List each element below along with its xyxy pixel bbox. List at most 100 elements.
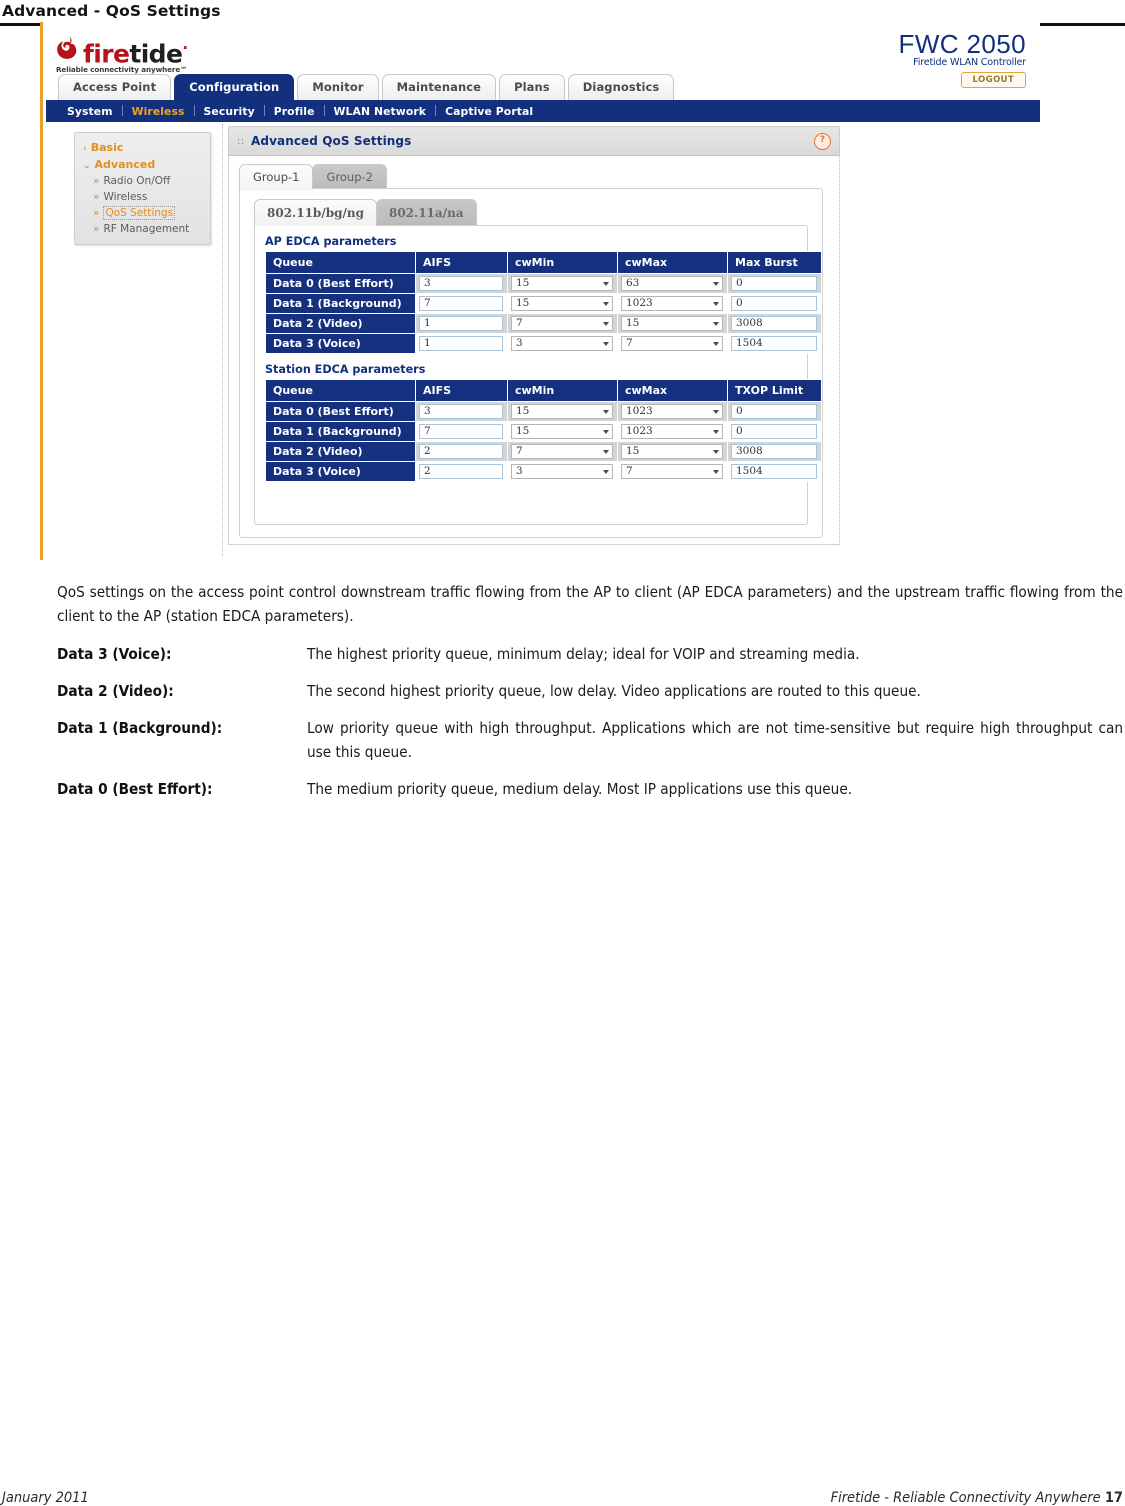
tab-plans[interactable]: Plans <box>499 74 565 100</box>
chevron-down-icon <box>713 282 719 286</box>
subnav-item-wireless[interactable]: Wireless <box>123 101 194 123</box>
subnav-item-captive-portal[interactable]: Captive Portal <box>436 101 542 123</box>
ap-aifs-cell: 7 <box>415 293 508 314</box>
ap-cwmin-cell: 15 <box>507 273 618 294</box>
ap-cwmax-select[interactable]: 7 <box>621 336 723 351</box>
table-row: Data 3 (Voice) 1 3 7 1504 <box>265 333 822 354</box>
chevron-down-icon <box>603 450 609 454</box>
definition-row-voice: Data 3 (Voice): The highest priority que… <box>57 642 1123 666</box>
ap-maxburst-input[interactable]: 1504 <box>731 336 817 351</box>
subnav-item-security[interactable]: Security <box>195 101 264 123</box>
sta-aifs-input[interactable]: 2 <box>419 444 503 459</box>
chevron-down-icon <box>603 470 609 474</box>
double-chevron-icon: » <box>93 191 100 203</box>
ap-cwmin-select[interactable]: 3 <box>511 336 613 351</box>
ap-cwmax-cell: 15 <box>617 313 728 334</box>
chevron-right-icon: › <box>83 144 87 154</box>
tab-monitor[interactable]: Monitor <box>297 74 379 100</box>
ap-aifs-input[interactable]: 1 <box>419 316 503 331</box>
sidebar-item-wireless[interactable]: » Wireless <box>75 189 210 205</box>
panel-body: Group-1 Group-2 802.11b/bg/ng 802.11a/na A… <box>228 156 840 545</box>
subnav-item-profile[interactable]: Profile <box>265 101 324 123</box>
sta-cwmin-cell: 15 <box>507 421 618 442</box>
sidebar-item-rf-management-label: RF Management <box>103 223 190 235</box>
sta-txop-input[interactable]: 0 <box>731 404 817 419</box>
sidebar-item-advanced[interactable]: ⌄ Advanced <box>75 156 210 173</box>
sta-aifs-cell: 2 <box>415 441 508 462</box>
sta-aifs-input[interactable]: 3 <box>419 404 503 419</box>
tab-group-2[interactable]: Group-2 <box>312 164 387 189</box>
ap-cwmax-select[interactable]: 63 <box>621 276 723 291</box>
chevron-down-icon <box>603 410 609 414</box>
subnav-item-wlan-network[interactable]: WLAN Network <box>325 101 436 123</box>
chevron-down-icon <box>713 302 719 306</box>
ap-cwmin-value: 15 <box>516 277 530 289</box>
ap-cwmin-select[interactable]: 15 <box>511 296 613 311</box>
sta-cwmin-select[interactable]: 3 <box>511 464 613 479</box>
sta-cwmin-cell: 15 <box>507 401 618 422</box>
ap-cwmin-value: 3 <box>516 337 523 349</box>
chevron-down-icon <box>713 322 719 326</box>
ap-aifs-input[interactable]: 1 <box>419 336 503 351</box>
tab-group-1[interactable]: Group-1 <box>239 164 314 189</box>
ap-maxburst-input[interactable]: 0 <box>731 296 817 311</box>
sta-col-aifs: AIFS <box>415 379 508 402</box>
sta-txop-input[interactable]: 1504 <box>731 464 817 479</box>
ap-aifs-input[interactable]: 3 <box>419 276 503 291</box>
sta-cwmin-select[interactable]: 15 <box>511 404 613 419</box>
sidebar-item-basic[interactable]: › Basic <box>75 139 210 156</box>
sta-row-label: Data 3 (Voice) <box>265 461 416 482</box>
flame-spiral-icon <box>57 36 77 59</box>
ap-cwmin-select[interactable]: 15 <box>511 276 613 291</box>
sta-cwmin-select[interactable]: 7 <box>511 444 613 459</box>
tab-80211b-bg-ng[interactable]: 802.11b/bg/ng <box>254 199 377 226</box>
ap-aifs-input[interactable]: 7 <box>419 296 503 311</box>
sidebar-item-radio-on-off[interactable]: » Radio On/Off <box>75 173 210 189</box>
ap-aifs-cell: 1 <box>415 313 508 334</box>
sta-aifs-input[interactable]: 2 <box>419 464 503 479</box>
sidebar-item-rf-management[interactable]: » RF Management <box>75 221 210 237</box>
sta-txop-input[interactable]: 0 <box>731 424 817 439</box>
sta-aifs-cell: 7 <box>415 421 508 442</box>
sta-cwmin-select[interactable]: 15 <box>511 424 613 439</box>
tab-access-point[interactable]: Access Point <box>58 74 172 100</box>
definition-term: Data 2 (Video): <box>57 682 174 700</box>
sta-cwmax-select[interactable]: 7 <box>621 464 723 479</box>
radio-tab-bar: 802.11b/bg/ng 802.11a/na <box>254 199 477 226</box>
sta-cwmax-select[interactable]: 1023 <box>621 404 723 419</box>
chevron-down-icon <box>603 302 609 306</box>
ap-cwmin-select[interactable]: 7 <box>511 316 613 331</box>
table-row: Data 1 (Background) 7 15 1023 0 <box>265 421 822 442</box>
ap-maxburst-input[interactable]: 3008 <box>731 316 817 331</box>
sidebar-item-advanced-label: Advanced <box>94 158 156 171</box>
logout-button[interactable]: LOGOUT <box>960 72 1026 88</box>
group-tab-bar: Group-1 Group-2 <box>239 164 387 189</box>
definition-description: Low priority queue with high throughput.… <box>307 719 1123 761</box>
sidebar-item-qos-settings[interactable]: » QoS Settings <box>75 205 210 221</box>
ap-cwmax-value: 63 <box>626 277 640 289</box>
chevron-down-icon <box>603 322 609 326</box>
ap-maxburst-input[interactable]: 0 <box>731 276 817 291</box>
sta-cwmax-select[interactable]: 15 <box>621 444 723 459</box>
tab-configuration[interactable]: Configuration <box>174 74 295 100</box>
sidebar-item-wireless-label: Wireless <box>103 191 148 203</box>
page-title: Advanced - QoS Settings <box>2 2 221 20</box>
ap-cwmax-select[interactable]: 15 <box>621 316 723 331</box>
tab-80211a-na[interactable]: 802.11a/na <box>375 199 477 226</box>
tab-diagnostics[interactable]: Diagnostics <box>567 74 675 100</box>
sta-txop-input[interactable]: 3008 <box>731 444 817 459</box>
help-icon[interactable]: ? <box>814 133 831 150</box>
sta-cwmax-select[interactable]: 1023 <box>621 424 723 439</box>
definition-term: Data 3 (Voice): <box>57 645 172 663</box>
intro-paragraph: QoS settings on the access point control… <box>57 583 1123 625</box>
definition-term: Data 1 (Background): <box>57 719 223 737</box>
sta-aifs-input[interactable]: 7 <box>419 424 503 439</box>
ap-cwmax-value: 7 <box>626 337 633 349</box>
subnav-item-system[interactable]: System <box>58 101 122 123</box>
tab-maintenance[interactable]: Maintenance <box>381 74 497 100</box>
ap-cwmax-select[interactable]: 1023 <box>621 296 723 311</box>
sta-txop-cell: 3008 <box>727 441 822 462</box>
ap-col-queue: Queue <box>265 251 416 274</box>
ap-cwmin-cell: 3 <box>507 333 618 354</box>
ap-row-label: Data 1 (Background) <box>265 293 416 314</box>
